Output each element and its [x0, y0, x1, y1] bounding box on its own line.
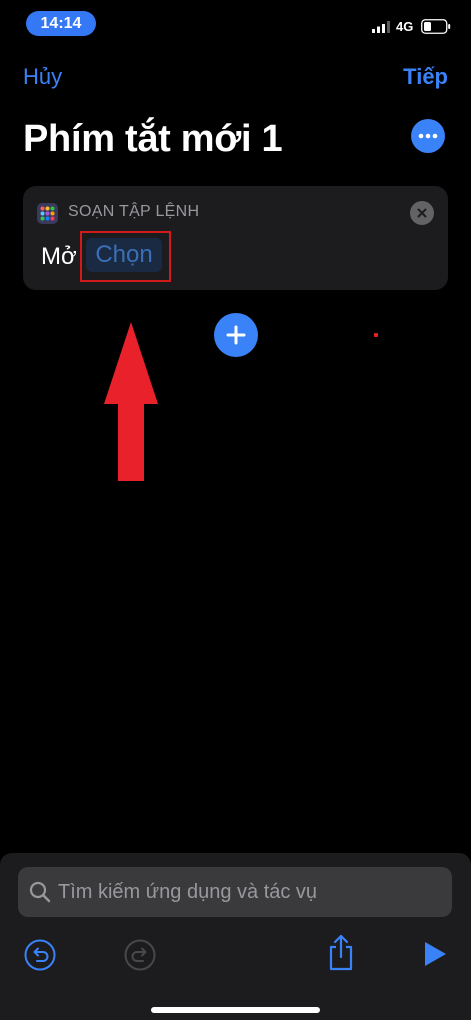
ellipsis-icon	[418, 133, 438, 139]
close-icon	[417, 208, 427, 218]
redo-icon[interactable]	[124, 939, 156, 971]
annotation-highlight-box	[80, 231, 171, 282]
plus-icon	[226, 325, 246, 345]
search-input[interactable]: Tìm kiếm ứng dụng và tác vụ	[18, 867, 452, 917]
editor-toolbar	[0, 934, 471, 979]
annotation-dot	[374, 333, 378, 337]
next-button[interactable]: Tiếp	[403, 64, 448, 90]
page-title[interactable]: Phím tắt mới 1	[23, 118, 283, 161]
action-category-label: SOẠN TẬP LỆNH	[68, 203, 200, 220]
open-app-label: Mở	[41, 243, 77, 270]
add-action-button[interactable]	[214, 313, 258, 357]
play-icon[interactable]	[423, 941, 447, 967]
battery-icon	[421, 19, 451, 34]
signal-bars-icon	[372, 21, 390, 33]
scripting-grid-icon	[37, 203, 58, 224]
search-icon	[29, 881, 51, 903]
remove-action-button[interactable]	[410, 201, 434, 225]
bottom-action-sheet: Tìm kiếm ứng dụng và tác vụ	[0, 853, 471, 1020]
status-time[interactable]: 14:14	[26, 11, 96, 36]
share-icon[interactable]	[326, 933, 356, 971]
network-type: 4G	[396, 19, 414, 34]
home-indicator[interactable]	[151, 1007, 320, 1013]
search-placeholder: Tìm kiếm ứng dụng và tác vụ	[58, 881, 318, 903]
annotation-arrow-icon	[104, 322, 158, 481]
cancel-button[interactable]: Hủy	[23, 64, 62, 90]
status-bar: 14:14 4G	[0, 0, 471, 48]
more-button[interactable]	[411, 119, 445, 153]
undo-icon[interactable]	[24, 939, 56, 971]
